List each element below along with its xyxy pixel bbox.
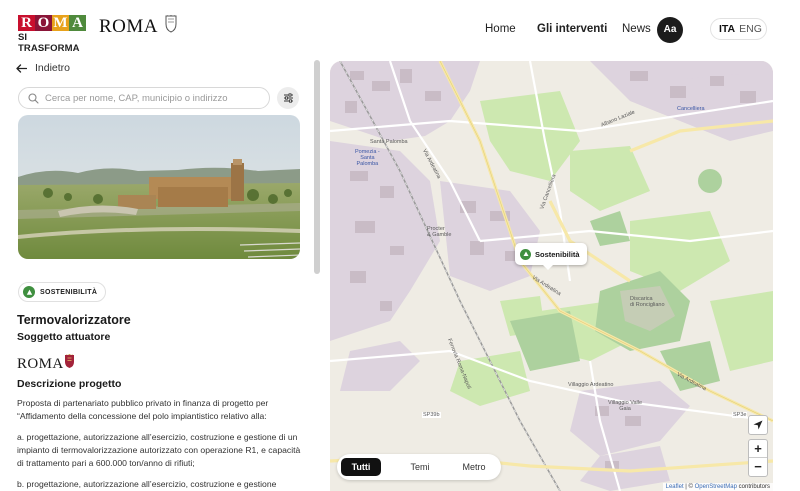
- search-box: [18, 87, 270, 109]
- zoom-out-button[interactable]: −: [749, 458, 767, 476]
- description-paragraph: Proposta di partenariato pubblico privat…: [17, 398, 269, 421]
- nav-news[interactable]: News: [622, 23, 651, 35]
- category-badge[interactable]: SOSTENIBILITÀ: [18, 282, 107, 302]
- tab-metro[interactable]: Metro: [453, 458, 495, 476]
- project-sidebar: Indietro Cerca per nome, CAP, municipio …: [0, 58, 323, 491]
- description-heading: Descrizione progetto: [17, 378, 122, 390]
- leaf-icon: [23, 286, 35, 298]
- attribution-contributors: contributors: [736, 484, 770, 490]
- map-label-discarica: Discarica di Roncigliano: [630, 296, 665, 308]
- tab-tutti[interactable]: Tutti: [341, 458, 381, 476]
- logo-letter-o: O: [35, 15, 52, 31]
- description-body: Proposta di partenariato pubblico privat…: [17, 397, 303, 491]
- project-marker-popup[interactable]: Sostenibilità: [515, 243, 587, 270]
- map-label-cancelliera: Cancelliera: [677, 106, 705, 112]
- osm-link[interactable]: OpenStreetMap: [695, 484, 737, 490]
- project-title: Termovalorizzatore: [17, 313, 131, 327]
- map-filter-tabs: Tutti Temi Metro: [337, 454, 501, 480]
- map-label-procter-gamble: Procter & Gamble: [427, 226, 452, 238]
- nav-gli-interventi[interactable]: Gli interventi: [537, 23, 607, 35]
- logo-letter-r: R: [18, 15, 35, 31]
- font-size-button[interactable]: Aa: [657, 17, 683, 43]
- back-label: Indietro: [35, 62, 71, 74]
- map-label-villaggio-ardeatino: Villaggio Ardeatino: [568, 382, 614, 388]
- roma-capitale-wordmark[interactable]: ROMA: [99, 16, 158, 38]
- tab-temi[interactable]: Temi: [400, 458, 440, 476]
- locate-me-button[interactable]: [748, 415, 768, 435]
- back-link[interactable]: Indietro: [16, 62, 70, 74]
- search-input[interactable]: [45, 91, 265, 106]
- map-label-santa-palomba: Santa Palomba: [370, 139, 408, 145]
- sliders-icon: [283, 93, 293, 103]
- actor-heading: Soggetto attuatore: [17, 331, 111, 343]
- navigation-arrow-icon: [753, 420, 763, 430]
- logo-letter-m: M: [52, 15, 69, 31]
- leaf-icon: [520, 248, 531, 260]
- search-icon: [28, 93, 39, 104]
- nav-home[interactable]: Home: [485, 23, 516, 35]
- logo-letter-a: A: [69, 15, 86, 31]
- language-switcher: ITA ENG: [710, 18, 767, 40]
- description-paragraph: a. progettazione, autorizzazione all’ese…: [17, 432, 301, 468]
- map-attribution: Leaflet | © OpenStreetMap contributors: [662, 483, 773, 491]
- logo-letters: R O M A: [18, 15, 86, 31]
- category-badge-label: SOSTENIBILITÀ: [40, 288, 98, 296]
- actor-roma-wordmark: ROMA: [17, 356, 64, 372]
- popup-label: Sostenibilità: [535, 249, 580, 259]
- lang-eng[interactable]: ENG: [739, 23, 762, 35]
- map-view[interactable]: Santa Palomba Pomezia - Santa Palomba Pr…: [330, 61, 773, 491]
- map-label-pomezia-station: Pomezia - Santa Palomba: [355, 149, 380, 167]
- sidebar-scrollbar[interactable]: [314, 60, 320, 274]
- roma-shield-icon: [65, 354, 74, 368]
- zoom-in-button[interactable]: +: [749, 440, 767, 458]
- map-tiles: [330, 61, 773, 491]
- map-label-sp39b: SP39b: [422, 412, 441, 418]
- logo-subtitle: SI TRASFORMA: [18, 32, 80, 54]
- top-header: R O M A SI TRASFORMA ROMA Home Gli inter…: [0, 0, 800, 58]
- map-label-sp3e: SP3e: [732, 412, 748, 418]
- roma-si-trasforma-logo[interactable]: R O M A SI TRASFORMA: [18, 15, 86, 54]
- arrow-left-icon: [16, 63, 27, 73]
- lang-ita[interactable]: ITA: [719, 23, 735, 35]
- zoom-control: + −: [748, 439, 768, 477]
- roma-crest-icon: [165, 15, 177, 33]
- leaflet-link[interactable]: Leaflet: [666, 484, 684, 490]
- attribution-separator: | ©: [683, 484, 695, 490]
- description-paragraph: b. progettazione, autorizzazione all’ese…: [17, 479, 277, 489]
- project-rendering-image: [18, 115, 300, 259]
- map-label-villaggio-gaia: Villaggio Valle Gaia: [608, 400, 643, 412]
- filter-button[interactable]: [277, 87, 299, 109]
